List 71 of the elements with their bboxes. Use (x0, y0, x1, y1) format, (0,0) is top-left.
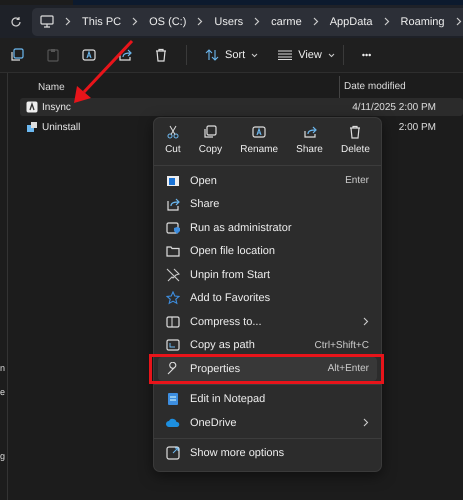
sidebar-item[interactable]: n (0, 363, 7, 373)
caret-icon (251, 52, 258, 58)
shield-window-icon (166, 220, 180, 235)
sidebar-item[interactable]: g (0, 451, 7, 461)
menu-item[interactable]: Unpin from Start (158, 263, 377, 286)
breadcrumb-item[interactable]: Users (214, 16, 244, 28)
notepad-icon (166, 392, 180, 406)
menu-item[interactable]: Open Enter (158, 169, 377, 192)
breadcrumb-item[interactable]: OS (C:) (149, 16, 186, 28)
share-icon (302, 125, 317, 139)
chevron-icon (312, 17, 319, 26)
menu-item[interactable]: OneDrive (158, 411, 377, 434)
view-button[interactable]: View (270, 45, 343, 65)
menu-item[interactable]: Copy as path Ctrl+Shift+C (158, 334, 377, 357)
rename-icon (252, 125, 266, 139)
rename-icon[interactable] (82, 48, 96, 62)
chevron-icon (363, 418, 369, 428)
breadcrumb-item[interactable]: AppData (330, 16, 373, 28)
file-name: Insync (42, 102, 71, 112)
chevron-icon (197, 17, 204, 26)
menu-item[interactable]: Add to Favorites (158, 286, 377, 310)
trash-icon (348, 125, 362, 139)
list-icon (278, 50, 292, 60)
menu-item[interactable]: Show more options (158, 442, 377, 465)
breadcrumb-item[interactable]: This PC (82, 16, 122, 28)
refresh-icon[interactable] (10, 16, 22, 28)
installer-icon (26, 121, 38, 133)
share-icon[interactable] (118, 48, 132, 62)
chevron-icon (363, 317, 369, 326)
breadcrumb-item[interactable]: Roaming (400, 16, 445, 28)
menu-item[interactable]: Share (158, 192, 377, 216)
arrow (74, 40, 134, 103)
share-icon (166, 197, 180, 212)
window-icon (166, 174, 180, 188)
menu-item[interactable]: Properties Alt+Enter (158, 357, 377, 380)
sidebar-item[interactable]: e (0, 387, 7, 397)
caret-icon (328, 52, 335, 58)
address-bar[interactable]: This PC OS (C:) Users carme AppData Roaming (32, 8, 463, 36)
column-header[interactable]: Name (20, 82, 339, 92)
sort-button[interactable]: Sort (197, 45, 266, 65)
scissors-icon (166, 125, 180, 139)
app-icon (26, 101, 38, 113)
menu-item[interactable]: Open file location (158, 240, 377, 263)
chevron-icon (384, 17, 390, 26)
shortcut-text: Alt+Enter (328, 363, 369, 374)
shortcut-text: Ctrl+Shift+C (314, 340, 369, 351)
file-date: 4/11/2025 2:00 PM (352, 102, 436, 112)
copy-icon (203, 125, 218, 139)
more-button[interactable]: ••• (354, 46, 380, 64)
folder-icon (166, 244, 180, 258)
menu-item[interactable]: Compress to... (158, 310, 377, 334)
expand-icon (166, 446, 180, 460)
file-row[interactable]: Insync 4/11/2025 2:00 PM (20, 98, 463, 116)
star-icon (166, 291, 180, 306)
menu-item[interactable]: Edit in Notepad (158, 388, 377, 411)
sort-icon (205, 49, 219, 61)
copy-icon[interactable] (10, 48, 24, 62)
file-date: 2:00 PM (398, 122, 436, 132)
trash-icon[interactable] (154, 48, 168, 62)
archive-icon (166, 314, 180, 329)
chevron-icon (65, 17, 71, 26)
unpin-icon (166, 268, 180, 282)
chevron-icon (456, 17, 462, 26)
computer-icon (40, 15, 54, 28)
path-icon (166, 338, 180, 352)
menu-item[interactable]: Run as administrator (158, 216, 377, 240)
shortcut-text: Enter (345, 175, 369, 186)
breadcrumb-item[interactable]: carme (271, 16, 302, 28)
file-name: Uninstall (42, 122, 80, 132)
chevron-icon (254, 17, 260, 26)
chevron-icon (132, 17, 138, 26)
